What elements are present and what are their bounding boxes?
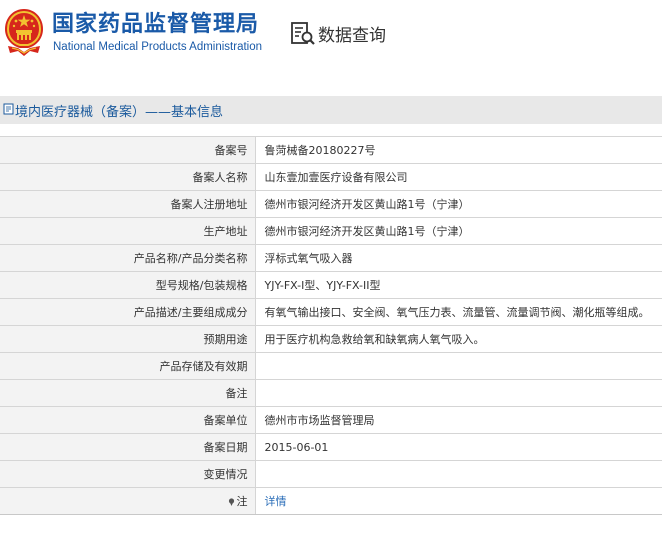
row-label: 备案人注册地址 xyxy=(0,190,256,218)
breadcrumb: 境内医疗器械（备案）——基本信息 xyxy=(0,96,662,124)
table-row: 备案日期 2015-06-01 xyxy=(0,433,662,461)
row-value: 用于医疗机构急救给氧和缺氧病人氧气吸入。 xyxy=(255,325,662,353)
row-label: 备案号 xyxy=(0,136,256,164)
page: 国家药品监督管理局 National Medical Products Admi… xyxy=(0,0,662,535)
row-label: 预期用途 xyxy=(0,325,256,353)
table-row: 型号规格/包装规格 YJY-FX-I型、YJY-FX-II型 xyxy=(0,271,662,299)
row-label: 备注 xyxy=(0,379,256,407)
row-value: 德州市市场监督管理局 xyxy=(255,406,662,434)
row-value xyxy=(255,460,662,488)
document-icon xyxy=(3,103,14,115)
row-label: 生产地址 xyxy=(0,217,256,245)
site-title: 国家药品监督管理局 xyxy=(52,12,260,37)
table-row: 备案号 鲁菏械备20180227号 xyxy=(0,136,662,164)
table-row: 备注 xyxy=(0,379,662,407)
row-value: 有氧气输出接口、安全阀、氧气压力表、流量管、流量调节阀、潮化瓶等组成。 xyxy=(255,298,662,326)
breadcrumb-text: 境内医疗器械（备案）——基本信息 xyxy=(15,105,224,120)
table-row: 产品描述/主要组成成分 有氧气输出接口、安全阀、氧气压力表、流量管、流量调节阀、… xyxy=(0,298,662,326)
data-query-title: 数据查询 xyxy=(318,26,386,46)
row-label: 产品名称/产品分类名称 xyxy=(0,244,256,272)
site-subtitle: National Medical Products Administration xyxy=(53,41,263,53)
document-search-icon xyxy=(291,22,315,45)
note-label-cell: 注 xyxy=(0,487,256,515)
row-value: 浮标式氧气吸入器 xyxy=(255,244,662,272)
row-value: 2015-06-01 xyxy=(255,433,662,461)
row-value: 德州市银河经济开发区黄山路1号（宁津） xyxy=(255,190,662,218)
note-value-cell: 详情 xyxy=(255,487,662,515)
row-label: 型号规格/包装规格 xyxy=(0,271,256,299)
row-label: 产品存储及有效期 xyxy=(0,352,256,380)
record-table: 备案号 鲁菏械备20180227号 备案人名称 山东壹加壹医疗设备有限公司 备案… xyxy=(0,136,662,515)
row-value: 德州市银河经济开发区黄山路1号（宁津） xyxy=(255,217,662,245)
row-label: 变更情况 xyxy=(0,460,256,488)
row-value: YJY-FX-I型、YJY-FX-II型 xyxy=(255,271,662,299)
note-row: 注 详情 xyxy=(0,487,662,515)
row-label: 备案单位 xyxy=(0,406,256,434)
table-row: 备案人名称 山东壹加壹医疗设备有限公司 xyxy=(0,163,662,191)
row-value: 鲁菏械备20180227号 xyxy=(255,136,662,164)
table-row: 生产地址 德州市银河经济开发区黄山路1号（宁津） xyxy=(0,217,662,245)
national-emblem-icon xyxy=(5,9,43,56)
row-label: 产品描述/主要组成成分 xyxy=(0,298,256,326)
row-value xyxy=(255,352,662,380)
table-row: 备案人注册地址 德州市银河经济开发区黄山路1号（宁津） xyxy=(0,190,662,218)
table-row: 产品存储及有效期 xyxy=(0,352,662,380)
table-row: 变更情况 xyxy=(0,460,662,488)
table-row: 备案单位 德州市市场监督管理局 xyxy=(0,406,662,434)
table-row: 产品名称/产品分类名称 浮标式氧气吸入器 xyxy=(0,244,662,272)
row-value xyxy=(255,379,662,407)
row-label: 备案人名称 xyxy=(0,163,256,191)
table-row: 预期用途 用于医疗机构急救给氧和缺氧病人氧气吸入。 xyxy=(0,325,662,353)
pin-icon xyxy=(228,498,234,506)
details-link[interactable]: 详情 xyxy=(265,495,287,508)
row-label: 备案日期 xyxy=(0,433,256,461)
note-label: 注 xyxy=(236,495,248,508)
row-value: 山东壹加壹医疗设备有限公司 xyxy=(255,163,662,191)
site-header: 国家药品监督管理局 National Medical Products Admi… xyxy=(0,0,662,70)
